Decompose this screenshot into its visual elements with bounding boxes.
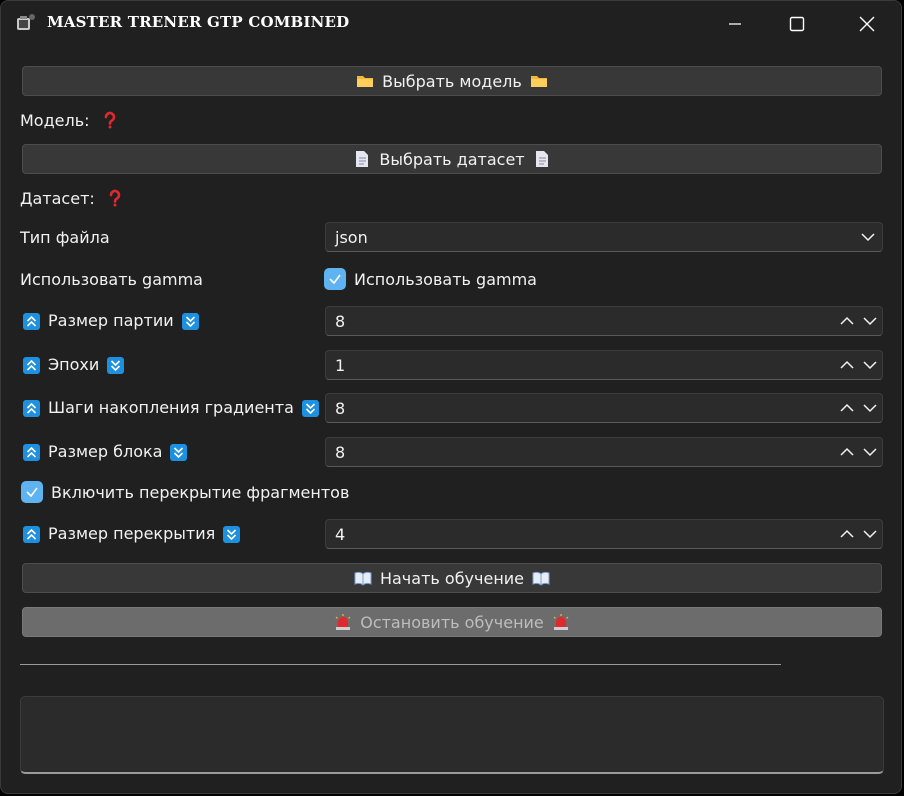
up-arrows-icon <box>23 443 40 461</box>
down-arrows-icon <box>301 399 319 417</box>
start-training-button[interactable]: Начать обучение <box>22 563 882 593</box>
question-mark-icon <box>109 189 121 207</box>
chevron-down-icon[interactable] <box>862 527 878 541</box>
model-status: Модель: <box>20 111 119 131</box>
title-bar: MASTER TRENER GTP COMBINED <box>1 1 901 47</box>
progress-divider <box>20 664 781 665</box>
chevron-up-icon[interactable] <box>839 445 855 459</box>
overlap-size-label-row: Размер перекрытия <box>23 524 241 544</box>
document-icon <box>535 151 548 167</box>
file-type-value: json <box>335 228 368 247</box>
overlap-size-label: Размер перекрытия <box>48 524 216 543</box>
select-dataset-button[interactable]: Выбрать датасет <box>22 144 882 174</box>
block-size-value: 8 <box>335 443 346 462</box>
epochs-label: Эпохи <box>48 355 100 374</box>
down-arrows-icon <box>181 312 199 330</box>
siren-icon <box>335 614 351 630</box>
file-type-label: Тип файла <box>20 228 110 247</box>
stop-training-label: Остановить обучение <box>360 612 544 632</box>
close-button[interactable] <box>835 1 899 47</box>
open-book-icon <box>354 571 372 586</box>
folder-icon <box>357 76 374 87</box>
up-arrows-icon <box>23 312 40 330</box>
select-model-label: Выбрать модель <box>382 71 522 91</box>
minimize-icon <box>729 23 741 25</box>
overlap-size-value: 4 <box>335 525 346 544</box>
close-icon <box>859 16 875 32</box>
select-model-button[interactable]: Выбрать модель <box>22 66 882 96</box>
grad-accum-label-row: Шаги накопления градиента <box>23 398 319 418</box>
batch-size-value: 8 <box>335 312 346 331</box>
checkmark-icon <box>329 274 341 285</box>
dataset-label: Датасет: <box>20 189 95 208</box>
grad-accum-label: Шаги накопления градиента <box>48 398 294 417</box>
question-mark-icon <box>104 111 115 129</box>
block-size-label: Размер блока <box>48 442 163 461</box>
chevron-down-icon[interactable] <box>862 314 878 328</box>
stop-training-button[interactable]: Остановить обучение <box>22 607 882 637</box>
chevron-down-icon[interactable] <box>862 401 878 415</box>
log-output[interactable] <box>20 696 884 774</box>
book-bag-icon <box>17 14 35 30</box>
block-size-spinbox[interactable]: 8 <box>325 437 883 467</box>
checkmark-icon <box>26 487 38 498</box>
file-type-select[interactable]: json <box>325 222 883 252</box>
overlap-checkbox-label[interactable]: Включить перекрытие фрагментов <box>51 483 349 502</box>
select-dataset-label: Выбрать датасет <box>379 149 525 169</box>
chevron-up-icon[interactable] <box>839 401 855 415</box>
batch-size-label: Размер партии <box>48 311 174 330</box>
up-arrows-icon <box>23 525 40 543</box>
up-arrows-icon <box>23 399 40 417</box>
chevron-up-icon[interactable] <box>839 358 855 372</box>
down-arrows-icon <box>107 356 125 374</box>
model-label: Модель: <box>20 111 90 130</box>
main-window: MASTER TRENER GTP COMBINED Выбрать модел… <box>0 0 902 794</box>
overlap-size-spinbox[interactable]: 4 <box>325 519 883 549</box>
gamma-checkbox[interactable] <box>324 268 346 290</box>
gamma-label: Использовать gamma <box>20 270 203 289</box>
chevron-up-icon[interactable] <box>839 527 855 541</box>
gamma-checkbox-label[interactable]: Использовать gamma <box>354 270 537 289</box>
down-arrows-icon <box>223 525 241 543</box>
open-book-icon <box>532 571 550 586</box>
overlap-checkbox[interactable] <box>21 481 43 503</box>
dataset-status: Датасет: <box>20 189 124 209</box>
grad-accum-value: 8 <box>335 399 346 418</box>
chevron-down-icon[interactable] <box>862 445 878 459</box>
epochs-label-row: Эпохи <box>23 355 125 375</box>
up-arrows-icon <box>23 356 40 374</box>
epochs-value: 1 <box>335 356 346 375</box>
maximize-icon <box>789 16 805 32</box>
window-title: MASTER TRENER GTP COMBINED <box>47 13 350 31</box>
down-arrows-icon <box>170 443 188 461</box>
minimize-button[interactable] <box>703 1 767 47</box>
batch-size-label-row: Размер партии <box>23 311 199 331</box>
document-icon <box>356 151 369 167</box>
chevron-down-icon <box>861 233 875 242</box>
block-size-label-row: Размер блока <box>23 442 188 462</box>
siren-icon <box>553 614 569 630</box>
epochs-spinbox[interactable]: 1 <box>325 350 883 380</box>
chevron-down-icon[interactable] <box>862 358 878 372</box>
start-training-label: Начать обучение <box>379 568 525 588</box>
grad-accum-spinbox[interactable]: 8 <box>325 393 883 423</box>
chevron-up-icon[interactable] <box>839 314 855 328</box>
batch-size-spinbox[interactable]: 8 <box>325 306 883 336</box>
folder-icon <box>530 76 547 87</box>
maximize-button[interactable] <box>765 1 829 47</box>
